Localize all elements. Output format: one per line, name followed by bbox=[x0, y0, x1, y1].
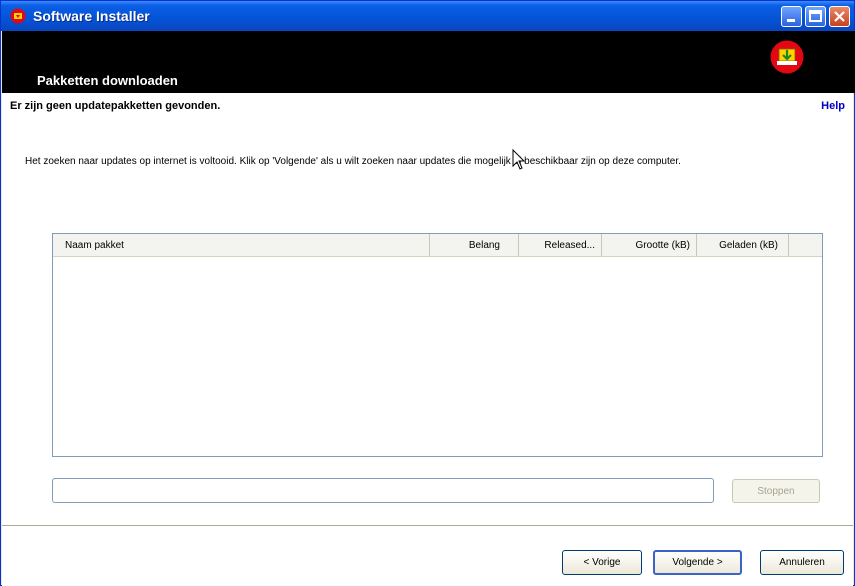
package-list[interactable]: Naam pakket Belang Released... Grootte (… bbox=[52, 233, 823, 457]
help-link[interactable]: Help bbox=[821, 100, 845, 112]
mouse-cursor-icon bbox=[512, 149, 526, 170]
minimize-button[interactable] bbox=[781, 6, 802, 27]
package-list-header: Naam pakket Belang Released... Grootte (… bbox=[53, 234, 822, 257]
status-heading: Er zijn geen updatepakketten gevonden. bbox=[10, 100, 221, 112]
column-header-released[interactable]: Released... bbox=[519, 234, 602, 256]
column-header-importance[interactable]: Belang bbox=[430, 234, 519, 256]
cancel-button[interactable]: Annuleren bbox=[760, 550, 844, 575]
maximize-icon bbox=[809, 10, 822, 22]
installer-window: Software Installer Pakketten downloaden … bbox=[0, 0, 855, 586]
page-title: Pakketten downloaden bbox=[37, 73, 178, 88]
column-header-filler bbox=[789, 234, 822, 256]
minimize-icon bbox=[787, 19, 795, 22]
window-title: Software Installer bbox=[33, 8, 150, 24]
package-list-body bbox=[53, 257, 822, 457]
column-header-loaded[interactable]: Geladen (kB) bbox=[697, 234, 789, 256]
wizard-header: Pakketten downloaden bbox=[2, 31, 855, 93]
close-icon bbox=[834, 11, 845, 22]
back-button[interactable]: < Vorige bbox=[562, 550, 642, 575]
maximize-button[interactable] bbox=[805, 6, 826, 27]
column-header-name[interactable]: Naam pakket bbox=[53, 234, 430, 256]
stop-button[interactable]: Stoppen bbox=[732, 479, 820, 503]
column-header-size[interactable]: Grootte (kB) bbox=[602, 234, 697, 256]
close-button[interactable] bbox=[829, 6, 850, 27]
next-button[interactable]: Volgende > bbox=[653, 550, 742, 575]
download-icon bbox=[770, 40, 804, 74]
description-text: Het zoeken naar updates op internet is v… bbox=[25, 156, 681, 167]
download-progress-bar bbox=[52, 478, 714, 503]
wizard-content: Er zijn geen updatepakketten gevonden. H… bbox=[2, 93, 853, 586]
title-bar[interactable]: Software Installer bbox=[1, 1, 854, 31]
app-icon bbox=[10, 8, 26, 24]
